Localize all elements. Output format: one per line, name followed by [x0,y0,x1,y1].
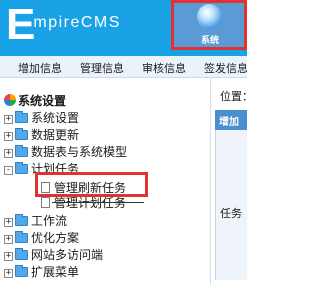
folder-icon [15,214,28,226]
expand-icon[interactable]: + [4,115,13,124]
folder-icon [15,248,28,260]
tree-item-system-settings[interactable]: + 系统设置 [4,109,79,126]
folder-icon [15,128,28,140]
top-nav: 增加信息 管理信息 审核信息 签发信息 [0,56,247,78]
nav-manage-info[interactable]: 管理信息 [80,60,124,76]
folder-icon [15,111,28,123]
breadcrumb: 位置： [220,90,247,103]
tree-root-label: 系统设置 [18,94,67,108]
nav-add-info[interactable]: 增加信息 [18,60,62,76]
expand-icon[interactable]: + [4,218,13,227]
folder-open-icon [15,162,28,174]
expand-icon[interactable]: + [4,252,13,261]
strike-line [52,202,144,203]
empirecms-logo: EmpireCMS [6,2,121,48]
refresh-task-highlight [35,172,148,197]
logo-letter: E [6,0,36,49]
document-icon [41,197,50,208]
tree-item-label: 扩展菜单 [31,265,80,279]
folder-icon [15,145,28,157]
task-field-label: 任务 [220,207,242,220]
tree-item-label: 工作流 [31,214,68,228]
expand-icon[interactable]: + [4,269,13,278]
tree-item-label: 优化方案 [31,231,80,245]
tree-item-multi-access[interactable]: + 网站多访问端 [4,246,103,263]
system-button-highlight [171,0,247,50]
tree-item-optimization[interactable]: + 优化方案 [4,229,79,246]
logo-text: mpireCMS [33,14,121,31]
collapse-icon[interactable]: - [4,166,13,175]
tree-item-extend-menu[interactable]: + 扩展菜单 [4,263,79,280]
folder-icon [15,231,28,243]
main-pane: 位置： 增加 任务 [212,78,247,285]
expand-icon[interactable]: + [4,132,13,141]
tree-item-label: 数据更新 [31,128,80,142]
tree-item-label: 管理计划任务 [54,196,127,210]
tree-item-label: 数据表与系统模型 [31,145,128,159]
settings-icon [4,94,16,106]
nav-review-info[interactable]: 审核信息 [142,60,186,76]
table-header-text: 增加 [219,117,239,128]
folder-icon [15,265,28,277]
tree-root: 系统设置 [4,92,66,109]
tree-item-table-model[interactable]: + 数据表与系统模型 [4,143,127,160]
tree-item-label: 系统设置 [31,111,80,125]
tree-item-workflow[interactable]: + 工作流 [4,212,67,229]
sidebar-tree: 系统设置 + 系统设置 + 数据更新 + 数据表与系统模型 - 计划任务 管理刷新任务 … [0,78,211,285]
table-header: 增加 [215,110,247,130]
nav-sign-info[interactable]: 签发信息 [204,60,247,76]
expand-icon[interactable]: + [4,235,13,244]
tree-item-data-update[interactable]: + 数据更新 [4,126,79,143]
expand-icon[interactable]: + [4,149,13,158]
app-header: EmpireCMS 系统 [0,0,247,56]
tree-item-label: 网站多访问端 [31,248,104,262]
